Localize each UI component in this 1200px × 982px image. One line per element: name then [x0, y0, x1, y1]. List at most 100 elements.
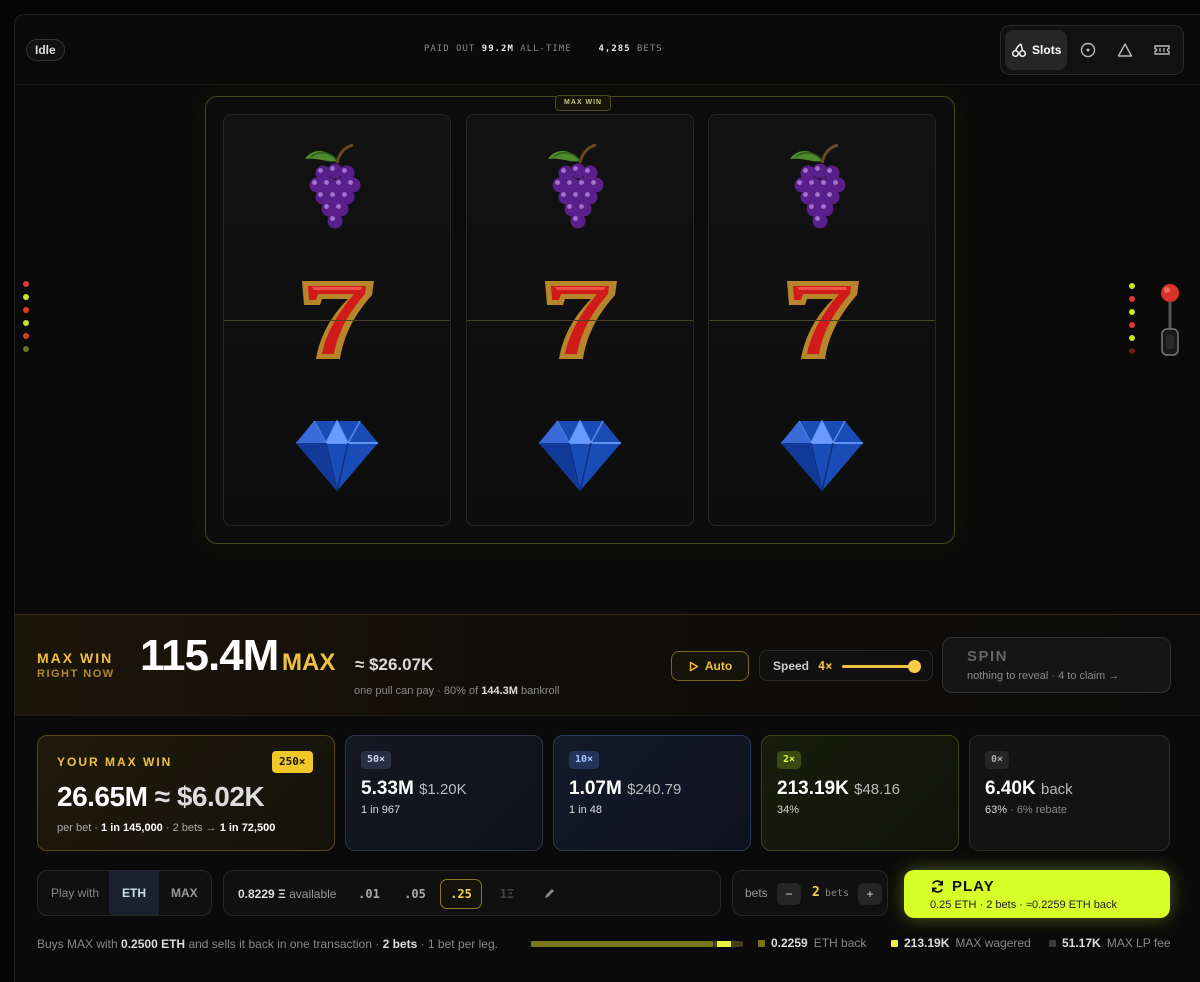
- payout-tier-card: 2× 213.19K $48.16 34%: [761, 735, 959, 851]
- increment-bets-button[interactable]: +: [858, 883, 882, 905]
- bet-amount-chip[interactable]: 1Ξ: [486, 879, 528, 909]
- tier-odds-value: 1 in 967: [361, 804, 401, 816]
- play-with-label: Play with: [51, 886, 100, 900]
- max-multiplier-badge: 250×: [272, 751, 313, 773]
- spin-sublabel: nothing to reveal · 4 to claim →: [967, 670, 1120, 682]
- max-win-note-text: one pull can pay · 80% of: [354, 685, 479, 697]
- light-dot: [1129, 309, 1135, 315]
- seven-icon: [777, 275, 867, 370]
- play-button[interactable]: PLAY 0.25 ETH · 2 bets · ≈0.2259 ETH bac…: [904, 870, 1170, 918]
- payout-tier-card: 50× 5.33M $1.20K 1 in 967: [345, 735, 543, 851]
- paid-out-suffix: ALL-TIME: [520, 44, 572, 54]
- slot-machine: MAX WIN: [205, 95, 955, 544]
- transaction-summary: Buys MAX with 0.2500 ETH and sells it ba…: [37, 937, 498, 951]
- max-win-note: one pull can pay · 80% of 144.3M bankrol…: [354, 685, 560, 697]
- bets-count: 4,285: [598, 44, 631, 54]
- tier-extra: · 6% rebate: [1010, 804, 1067, 816]
- payline: [467, 320, 693, 321]
- bet-amount-chip[interactable]: .25: [440, 879, 482, 909]
- slot-lever[interactable]: [1158, 283, 1182, 361]
- your-max-win-odds: per bet · 1 in 145,000 · 2 bets → 1 in 7…: [57, 822, 275, 834]
- auto-button[interactable]: Auto: [671, 651, 749, 681]
- summary-bets: 2 bets: [382, 937, 418, 951]
- right-lights: [1129, 283, 1135, 354]
- play-icon: [689, 661, 699, 671]
- currency-max-option[interactable]: MAX: [171, 886, 198, 900]
- seven-icon: [535, 275, 625, 370]
- slots-app: Idle PAID OUT 99.2M ALL-TIME 4,285 BETS …: [14, 14, 1200, 982]
- light-dot: [1129, 322, 1135, 328]
- bet-count-stepper: bets − 2 bets +: [732, 870, 888, 916]
- payout-tier-card: 10× 1.07M $240.79 1 in 48: [553, 735, 751, 851]
- tier-usd: $240.79: [627, 781, 682, 798]
- payline: [224, 320, 450, 321]
- paid-out-value: 99.2M: [481, 44, 514, 54]
- bet-count-value: 2: [812, 885, 820, 900]
- return-meter: [531, 941, 743, 947]
- wagered-value: 213.19K: [904, 936, 950, 950]
- status-badge: Idle: [26, 39, 65, 61]
- tier-amount: 6.40K: [985, 778, 1036, 799]
- speed-slider-knob[interactable]: [908, 660, 921, 673]
- play-label: PLAY: [952, 878, 995, 895]
- auto-label: Auto: [704, 659, 733, 673]
- seven-icon: [292, 275, 382, 370]
- light-dot: [23, 320, 29, 326]
- diamond-icon: [535, 415, 625, 500]
- odds-prefix: per bet ·: [57, 822, 98, 834]
- summary-text-pre: Buys MAX with: [37, 937, 118, 951]
- light-dot: [1129, 335, 1135, 341]
- summary-eth-amount: 0.2500 ETH: [121, 937, 186, 951]
- lp-fee-label: MAX LP fee: [1106, 936, 1171, 950]
- lp-fee-value: 51.17K: [1062, 936, 1101, 950]
- pencil-icon[interactable]: [542, 887, 556, 901]
- legend-wagered: 213.19K MAX wagered: [891, 936, 1031, 950]
- nav-slots-tab[interactable]: Slots: [1005, 30, 1068, 70]
- legend-swatch: [891, 939, 898, 947]
- legend-eth-back: 0.2259 ETH back: [758, 936, 866, 950]
- decrement-bets-button[interactable]: −: [777, 883, 801, 905]
- bet-amount-chip[interactable]: .01: [348, 879, 390, 909]
- reel-2: [466, 114, 694, 526]
- tier-payout: 213.19K $48.16: [777, 778, 900, 800]
- bet-amount-chip[interactable]: .05: [394, 879, 436, 909]
- diamond-icon: [292, 415, 382, 500]
- tier-payout: 1.07M $240.79: [569, 778, 681, 800]
- tier-odds-value: 1 in 48: [569, 804, 603, 816]
- eth-back-value: 0.2259: [771, 936, 808, 950]
- tier-multiplier-badge: 0×: [985, 751, 1010, 769]
- nav-ticket-tab[interactable]: [1146, 30, 1179, 70]
- light-dot: [23, 307, 29, 313]
- max-win-tag: MAX WIN: [555, 95, 612, 111]
- meter-highlight: [717, 941, 732, 947]
- global-stats: PAID OUT 99.2M ALL-TIME 4,285 BETS: [424, 44, 663, 54]
- light-dot: [1129, 283, 1135, 289]
- grapes-icon: [540, 141, 620, 236]
- roulette-icon: [1080, 42, 1096, 58]
- bets-label: BETS: [637, 44, 663, 54]
- your-max-win-card: YOUR MAX WIN 250× 26.65M ≈ $6.02K per be…: [37, 735, 335, 851]
- tier-amount: 213.19K: [777, 778, 849, 799]
- speed-slider[interactable]: [842, 665, 914, 668]
- spin-button[interactable]: SPIN nothing to reveal · 4 to claim →: [942, 637, 1171, 693]
- summary-text-post: · 1 bet per leg.: [420, 937, 498, 951]
- tier-odds: 63% · 6% rebate: [985, 804, 1067, 816]
- game-nav: Slots: [1000, 25, 1184, 75]
- nav-triangle-tab[interactable]: [1109, 30, 1142, 70]
- paid-out-label: PAID OUT: [424, 44, 476, 54]
- available-balance: 0.8229 Ξ available: [238, 887, 336, 901]
- max-win-unit: MAX: [282, 649, 336, 676]
- bankroll-value: 144.3M: [481, 685, 518, 697]
- available-label: available: [289, 887, 337, 901]
- odds-combined: 1 in 72,500: [219, 822, 276, 834]
- tier-odds: 1 in 967: [361, 804, 400, 816]
- tier-multiplier-badge: 10×: [569, 751, 600, 769]
- tier-odds-value: 63%: [985, 804, 1008, 816]
- reel-1: [223, 114, 451, 526]
- currency-toggle: Play with ETH MAX: [37, 870, 212, 916]
- your-max-win-label: YOUR MAX WIN: [57, 755, 173, 769]
- tier-usd: $1.20K: [419, 781, 467, 798]
- speed-control: Speed 4×: [759, 650, 933, 681]
- nav-roulette-tab[interactable]: [1071, 30, 1104, 70]
- currency-eth-option[interactable]: ETH: [109, 871, 159, 915]
